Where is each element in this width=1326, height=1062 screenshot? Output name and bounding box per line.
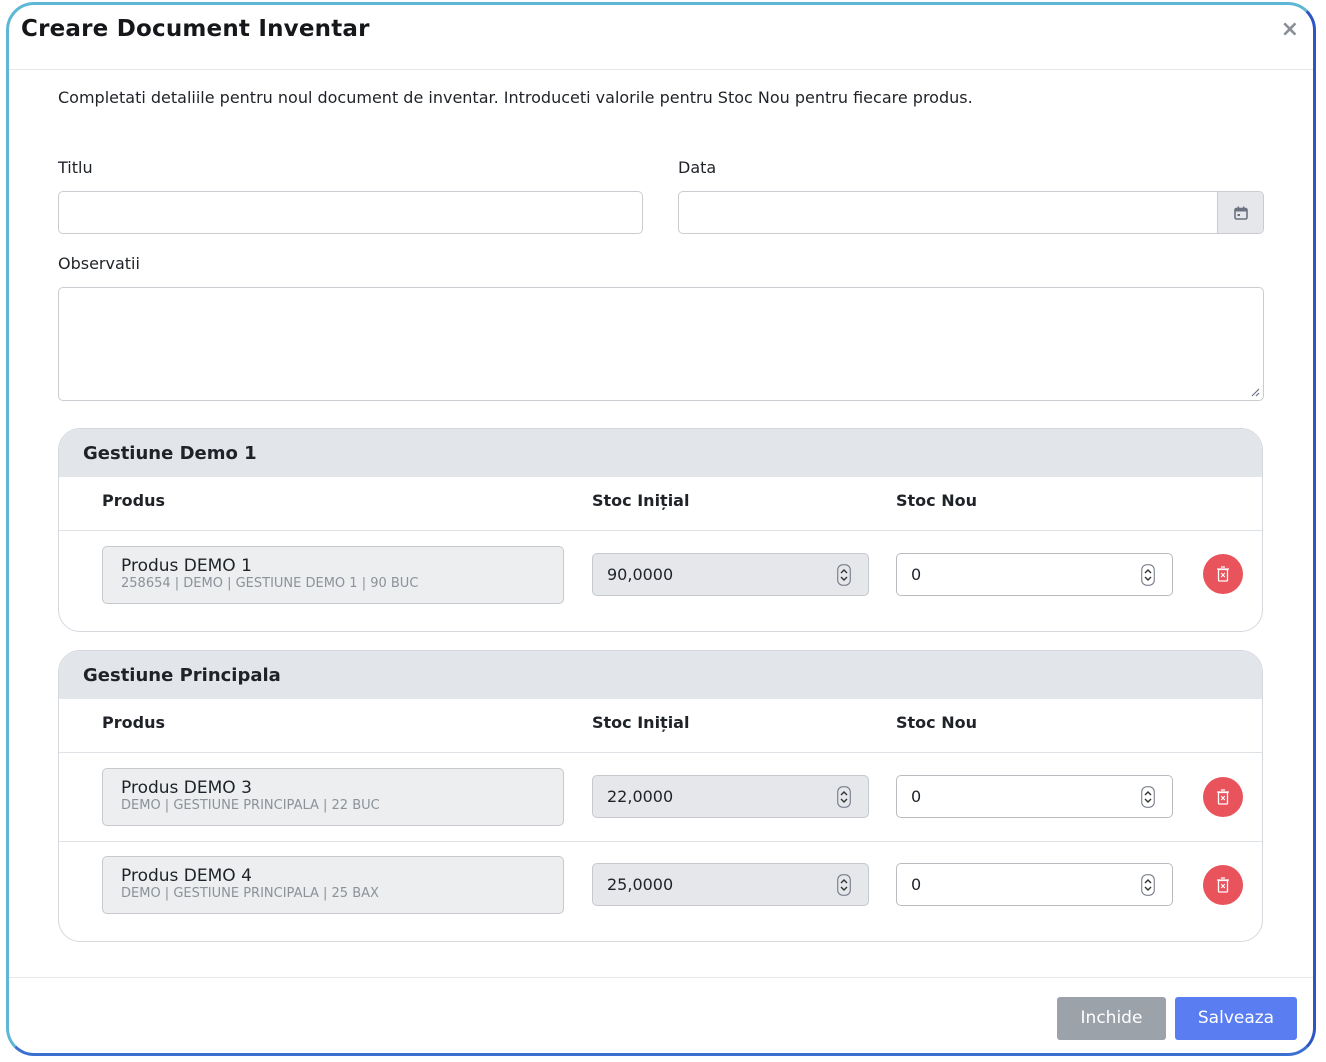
footer-divider bbox=[9, 977, 1313, 978]
stoc-nou-input[interactable]: 0 bbox=[896, 775, 1173, 818]
trash-icon bbox=[1217, 877, 1229, 893]
spinner-arrows-icon[interactable] bbox=[1141, 874, 1155, 896]
section-gestiune-principala: Gestiune Principala Produs Stoc Inițial … bbox=[58, 650, 1263, 942]
column-header-stoc-initial: Stoc Inițial bbox=[592, 713, 690, 732]
stoc-nou-value: 0 bbox=[911, 875, 922, 894]
row-divider bbox=[59, 841, 1262, 842]
product-field: Produs DEMO 4 DEMO | GESTIUNE PRINCIPALA… bbox=[102, 856, 564, 914]
spinner-arrows-icon[interactable] bbox=[837, 874, 851, 896]
product-name: Produs DEMO 4 bbox=[121, 866, 252, 886]
product-name: Produs DEMO 1 bbox=[121, 556, 252, 576]
stoc-nou-input[interactable]: 0 bbox=[896, 553, 1173, 596]
section-title: Gestiune Demo 1 bbox=[59, 429, 1262, 477]
spinner-arrows-icon[interactable] bbox=[837, 786, 851, 808]
stoc-initial-value: 22,0000 bbox=[607, 787, 674, 806]
trash-icon bbox=[1217, 789, 1229, 805]
row-divider bbox=[59, 752, 1262, 753]
section-title: Gestiune Principala bbox=[59, 651, 1262, 699]
column-header-produs: Produs bbox=[102, 713, 165, 732]
modal-header: Creare Document Inventar × bbox=[9, 5, 1313, 70]
column-header-stoc-initial: Stoc Inițial bbox=[592, 491, 690, 510]
observatii-label: Observatii bbox=[58, 254, 140, 273]
close-button[interactable]: Inchide bbox=[1057, 997, 1166, 1040]
dialog-title: Creare Document Inventar bbox=[21, 16, 370, 42]
column-header-stoc-nou: Stoc Nou bbox=[896, 491, 977, 510]
spinner-arrows-icon[interactable] bbox=[1141, 564, 1155, 586]
calendar-button[interactable] bbox=[1217, 192, 1263, 233]
product-field: Produs DEMO 3 DEMO | GESTIUNE PRINCIPALA… bbox=[102, 768, 564, 826]
section-gestiune-demo-1: Gestiune Demo 1 Produs Stoc Inițial Stoc… bbox=[58, 428, 1263, 632]
product-meta: DEMO | GESTIUNE PRINCIPALA | 25 BAX bbox=[121, 886, 379, 901]
product-meta: DEMO | GESTIUNE PRINCIPALA | 22 BUC bbox=[121, 798, 380, 813]
stoc-initial-value: 90,0000 bbox=[607, 565, 674, 584]
stoc-initial-input[interactable]: 25,0000 bbox=[592, 863, 869, 906]
close-icon[interactable]: × bbox=[1281, 17, 1299, 42]
resize-handle-icon[interactable] bbox=[1250, 387, 1260, 397]
spinner-arrows-icon[interactable] bbox=[1141, 786, 1155, 808]
data-input[interactable] bbox=[678, 191, 1264, 234]
stoc-initial-input[interactable]: 90,0000 bbox=[592, 553, 869, 596]
trash-icon bbox=[1217, 566, 1229, 582]
product-name: Produs DEMO 3 bbox=[121, 778, 252, 798]
column-header-produs: Produs bbox=[102, 491, 165, 510]
modal-dialog: Creare Document Inventar × Completati de… bbox=[6, 2, 1316, 1056]
dialog-description: Completati detaliile pentru noul documen… bbox=[58, 88, 973, 107]
stoc-initial-value: 25,0000 bbox=[607, 875, 674, 894]
calendar-icon bbox=[1233, 206, 1248, 220]
column-header-stoc-nou: Stoc Nou bbox=[896, 713, 977, 732]
product-field: Produs DEMO 1 258654 | DEMO | GESTIUNE D… bbox=[102, 546, 564, 604]
stoc-nou-input[interactable]: 0 bbox=[896, 863, 1173, 906]
observatii-textarea[interactable] bbox=[58, 287, 1264, 401]
spinner-arrows-icon[interactable] bbox=[837, 564, 851, 586]
stoc-initial-input[interactable]: 22,0000 bbox=[592, 775, 869, 818]
row-divider bbox=[59, 530, 1262, 531]
titlu-input[interactable] bbox=[58, 191, 643, 234]
titlu-label: Titlu bbox=[58, 158, 93, 177]
data-label: Data bbox=[678, 158, 717, 177]
stoc-nou-value: 0 bbox=[911, 565, 922, 584]
delete-row-button[interactable] bbox=[1203, 554, 1243, 594]
save-button[interactable]: Salveaza bbox=[1175, 997, 1297, 1040]
delete-row-button[interactable] bbox=[1203, 777, 1243, 817]
stoc-nou-value: 0 bbox=[911, 787, 922, 806]
product-meta: 258654 | DEMO | GESTIUNE DEMO 1 | 90 BUC bbox=[121, 576, 419, 591]
delete-row-button[interactable] bbox=[1203, 865, 1243, 905]
